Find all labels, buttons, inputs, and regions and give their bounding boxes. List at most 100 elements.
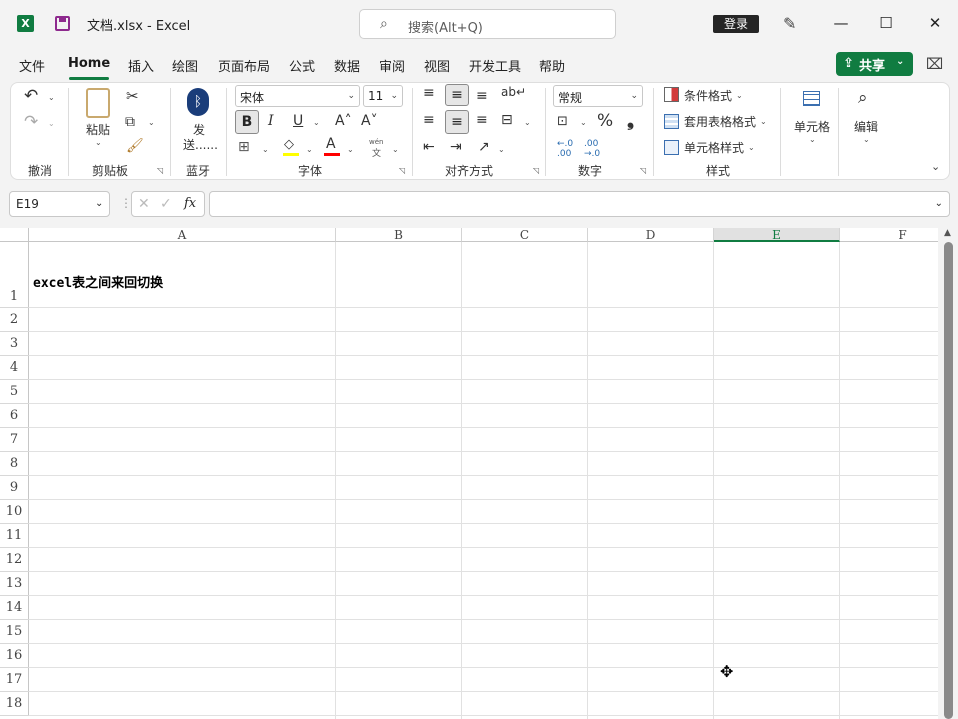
format-painter-icon[interactable]: 🖌: [126, 138, 144, 154]
orientation-icon[interactable]: ↗: [478, 139, 490, 155]
row-header[interactable]: 17: [0, 668, 29, 692]
row-header[interactable]: 4: [0, 356, 29, 380]
font-launcher-icon[interactable]: ◹: [399, 166, 405, 175]
column-header-e[interactable]: E: [714, 228, 840, 242]
formula-input[interactable]: ⌄: [209, 191, 950, 217]
merge-dropdown-icon[interactable]: ⌄: [524, 118, 531, 127]
clipboard-launcher-icon[interactable]: ◹: [157, 166, 163, 175]
align-middle-icon[interactable]: ≡: [445, 84, 469, 106]
cell-a1[interactable]: excel表之间来回切换: [33, 272, 163, 291]
column-header-d[interactable]: D: [588, 228, 714, 242]
chevron-down-icon[interactable]: ⌄: [748, 143, 755, 152]
row-header[interactable]: 7: [0, 428, 29, 452]
row-header[interactable]: 5: [0, 380, 29, 404]
insert-function-button[interactable]: fx: [184, 196, 196, 211]
tab-file[interactable]: 文件: [19, 56, 45, 75]
accounting-format-icon[interactable]: ⊡: [557, 114, 568, 129]
maximize-button[interactable]: ☐: [876, 14, 896, 32]
tab-draw[interactable]: 绘图: [172, 56, 198, 75]
percent-button[interactable]: %: [597, 111, 613, 131]
increase-decimal-icon[interactable]: ←.0.00: [557, 139, 573, 159]
save-icon[interactable]: [55, 16, 70, 31]
grow-font-button[interactable]: A˄: [335, 113, 352, 129]
orientation-dropdown-icon[interactable]: ⌄: [498, 145, 505, 154]
select-all-corner[interactable]: [0, 228, 29, 242]
row-header[interactable]: 2: [0, 308, 29, 332]
cell-style-button[interactable]: 单元格样式: [684, 139, 744, 156]
decrease-decimal-icon[interactable]: .00 →.0: [584, 139, 600, 159]
row-header[interactable]: 6: [0, 404, 29, 428]
cells-button[interactable]: 单元格: [794, 118, 830, 135]
scroll-up-icon[interactable]: ▲: [944, 228, 951, 238]
fill-color-icon[interactable]: ◇: [284, 137, 294, 152]
align-launcher-icon[interactable]: ◹: [533, 166, 539, 175]
row-header[interactable]: 3: [0, 332, 29, 356]
undo-icon[interactable]: ↶: [24, 86, 38, 106]
font-color-icon[interactable]: A: [326, 136, 336, 152]
shrink-font-button[interactable]: A˅: [361, 113, 378, 129]
bluetooth-icon[interactable]: ᛒ: [187, 88, 209, 116]
tab-view[interactable]: 视图: [424, 56, 450, 75]
name-box[interactable]: E19 ⌄: [9, 191, 110, 217]
comment-icon[interactable]: ⌧: [926, 55, 943, 73]
table-format-button[interactable]: 套用表格格式: [684, 113, 756, 130]
row-header[interactable]: 8: [0, 452, 29, 476]
minimize-button[interactable]: —: [831, 14, 851, 32]
cut-icon[interactable]: ✂: [126, 87, 139, 105]
chevron-down-icon[interactable]: ⌄: [863, 135, 870, 144]
tab-data[interactable]: 数据: [334, 56, 360, 75]
tab-developer[interactable]: 开发工具: [469, 56, 521, 75]
conditional-format-button[interactable]: 条件格式: [684, 87, 732, 104]
underline-dropdown-icon[interactable]: ⌄: [313, 118, 320, 127]
chevron-down-icon[interactable]: ⌄: [760, 117, 767, 126]
merge-center-icon[interactable]: ⊟: [501, 112, 513, 128]
font-color-dropdown-icon[interactable]: ⌄: [347, 145, 354, 154]
accounting-dropdown-icon[interactable]: ⌄: [580, 118, 587, 127]
search-box[interactable]: ⌕ 搜索(Alt+Q): [359, 9, 616, 39]
font-name-select[interactable]: 宋体 ⌄: [235, 85, 360, 107]
row-header[interactable]: 16: [0, 644, 29, 668]
scrollbar-thumb[interactable]: [944, 242, 953, 719]
tab-page-layout[interactable]: 页面布局: [218, 56, 270, 75]
paste-icon[interactable]: [86, 88, 110, 118]
phonetic-dropdown-icon[interactable]: ⌄: [392, 145, 399, 154]
copy-dropdown-icon[interactable]: ⌄: [148, 118, 155, 127]
chevron-down-icon[interactable]: ⌄: [736, 91, 743, 100]
align-right-icon[interactable]: ≡: [476, 112, 488, 128]
italic-button[interactable]: I: [268, 113, 274, 129]
copy-icon[interactable]: ⧉: [125, 114, 135, 130]
border-icon[interactable]: ⊞: [238, 139, 250, 155]
send-label-line2[interactable]: 送......: [183, 136, 218, 153]
login-button[interactable]: 登录: [713, 15, 759, 33]
editing-button[interactable]: 编辑: [854, 118, 878, 135]
column-header-f[interactable]: F: [840, 228, 938, 242]
number-launcher-icon[interactable]: ◹: [640, 166, 646, 175]
underline-button[interactable]: U: [293, 113, 303, 129]
wrap-text-icon[interactable]: ab↵: [501, 85, 526, 99]
share-button[interactable]: ⇪ 共享 ⌄: [836, 52, 913, 76]
number-format-select[interactable]: 常规 ⌄: [553, 85, 643, 107]
phonetic-bottom[interactable]: 文: [372, 146, 381, 159]
increase-indent-icon[interactable]: ⇥: [450, 139, 462, 155]
row-header[interactable]: 11: [0, 524, 29, 548]
row-header[interactable]: 14: [0, 596, 29, 620]
row-header[interactable]: 18: [0, 692, 29, 716]
tab-insert[interactable]: 插入: [128, 56, 154, 75]
align-top-icon[interactable]: ≡: [423, 85, 435, 101]
row-header[interactable]: 13: [0, 572, 29, 596]
font-size-select[interactable]: 11 ⌄: [363, 85, 403, 107]
phonetic-top[interactable]: wén: [369, 138, 383, 146]
enter-icon[interactable]: ✓: [160, 196, 172, 212]
worksheet-grid[interactable]: A B C D E F 1 2 3 4 5 6 7 8 9 10 11 12 13 14 15 16 17 18 …: [0, 228, 938, 719]
column-header-b[interactable]: B: [336, 228, 462, 242]
row-header[interactable]: 10: [0, 500, 29, 524]
tab-formulas[interactable]: 公式: [289, 56, 315, 75]
paste-dropdown-icon[interactable]: ⌄: [95, 138, 102, 147]
redo-icon[interactable]: ↷: [24, 112, 38, 132]
align-bottom-icon[interactable]: ≡: [476, 88, 488, 104]
row-header[interactable]: 9: [0, 476, 29, 500]
column-header-a[interactable]: A: [29, 228, 336, 242]
column-header-c[interactable]: C: [462, 228, 588, 242]
pen-icon[interactable]: ✎: [783, 14, 796, 33]
border-dropdown-icon[interactable]: ⌄: [262, 145, 269, 154]
